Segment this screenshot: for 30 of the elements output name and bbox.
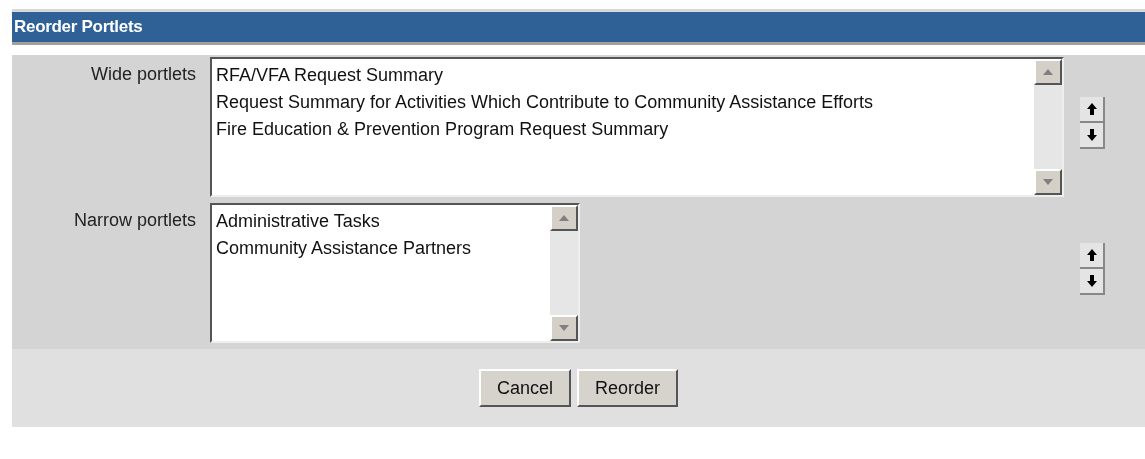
move-up-button[interactable] — [1080, 97, 1105, 123]
move-up-button[interactable] — [1080, 243, 1105, 269]
triangle-down-icon — [1043, 179, 1053, 185]
scroll-down-button[interactable] — [550, 315, 578, 341]
triangle-down-icon — [559, 325, 569, 331]
move-down-button[interactable] — [1080, 123, 1105, 149]
list-label: Narrow portlets — [73, 209, 196, 232]
arrow-down-icon — [1085, 128, 1098, 142]
list-option[interactable]: Request Summary for Activities Which Contribute to Community Assistance Efforts — [216, 89, 873, 116]
portlet-listbox[interactable]: RFA/VFA Request Summary Request Summary for Activities Which Contribute to Community Assistance Efforts Fire Education & Prevention Program Request Summary — [210, 57, 1064, 197]
dialog-button[interactable]: Cancel — [478, 369, 571, 407]
scrollbar[interactable] — [1034, 59, 1062, 195]
list-label: Wide portlets — [90, 63, 196, 86]
panel-title: Reorder Portlets — [14, 16, 143, 39]
arrow-up-icon — [1085, 102, 1098, 116]
scroll-up-button[interactable] — [1034, 59, 1062, 85]
arrow-down-icon — [1085, 274, 1098, 288]
list-option[interactable]: RFA/VFA Request Summary — [216, 62, 444, 89]
move-down-button[interactable] — [1080, 269, 1105, 295]
scroll-up-button[interactable] — [550, 205, 578, 231]
triangle-up-icon — [1043, 69, 1053, 75]
list-option[interactable]: Community Assistance Partners — [216, 235, 472, 262]
portlet-listbox[interactable]: Administrative Tasks Community Assistance Partners — [210, 203, 580, 343]
arrow-up-icon — [1085, 248, 1098, 262]
triangle-up-icon — [559, 215, 569, 221]
list-option[interactable]: Administrative Tasks — [216, 208, 380, 235]
scroll-down-button[interactable] — [1034, 169, 1062, 195]
scrollbar[interactable] — [550, 205, 578, 341]
list-option[interactable]: Fire Education & Prevention Program Request Summary — [216, 116, 669, 143]
dialog-button[interactable]: Reorder — [577, 369, 679, 407]
